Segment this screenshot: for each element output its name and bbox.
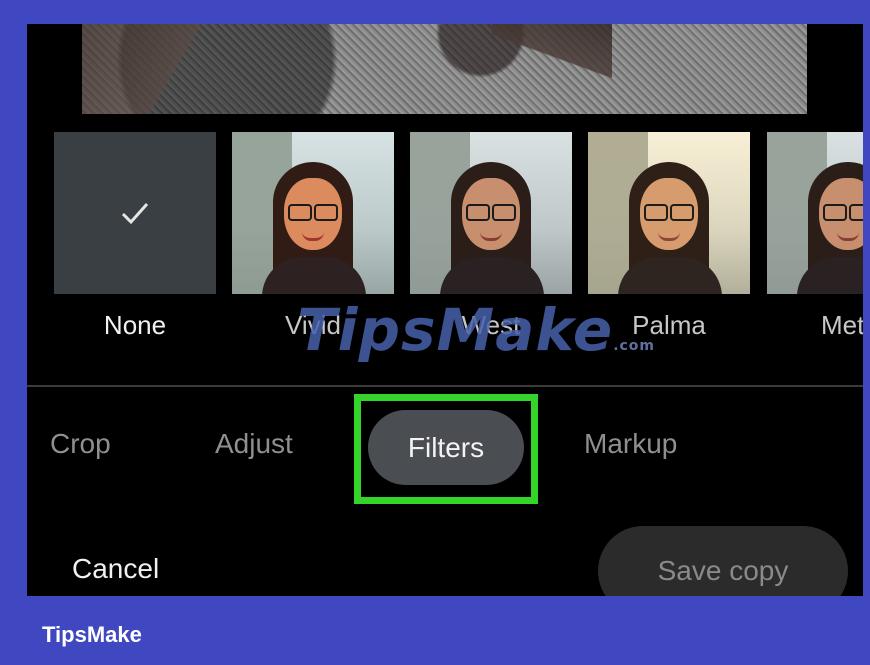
filter-label: Met [821,310,863,340]
save-copy-button[interactable]: Save copy [598,526,848,596]
tab-filters[interactable]: Filters [368,410,524,485]
tab-adjust[interactable]: Adjust [215,428,293,460]
tab-markup[interactable]: Markup [584,428,677,460]
photo-preview [82,24,807,114]
watermark-text: TipsMake [297,296,614,364]
photo-hair-detail-2 [492,24,612,114]
filter-thumbnail-palma [588,132,750,294]
photo-hair-detail [82,24,292,114]
tab-crop[interactable]: Crop [50,428,111,460]
filter-label: None [103,310,167,340]
filter-thumbnail-none [54,132,216,294]
divider [27,385,863,387]
filter-met[interactable]: Met [767,130,863,340]
filter-thumbnail-west [410,132,572,294]
brand-label: TipsMake [42,622,142,647]
photo-editor-screen: None Vivid West Palma Met TipsMake.com C… [27,24,863,596]
filter-thumbnail-met [767,132,863,294]
filter-none[interactable]: None [54,130,216,340]
cancel-button[interactable]: Cancel [72,553,159,585]
check-icon [121,203,149,225]
filter-thumbnail-vivid [232,132,394,294]
watermark: TipsMake.com [297,296,655,364]
watermark-suffix: .com [613,338,656,354]
